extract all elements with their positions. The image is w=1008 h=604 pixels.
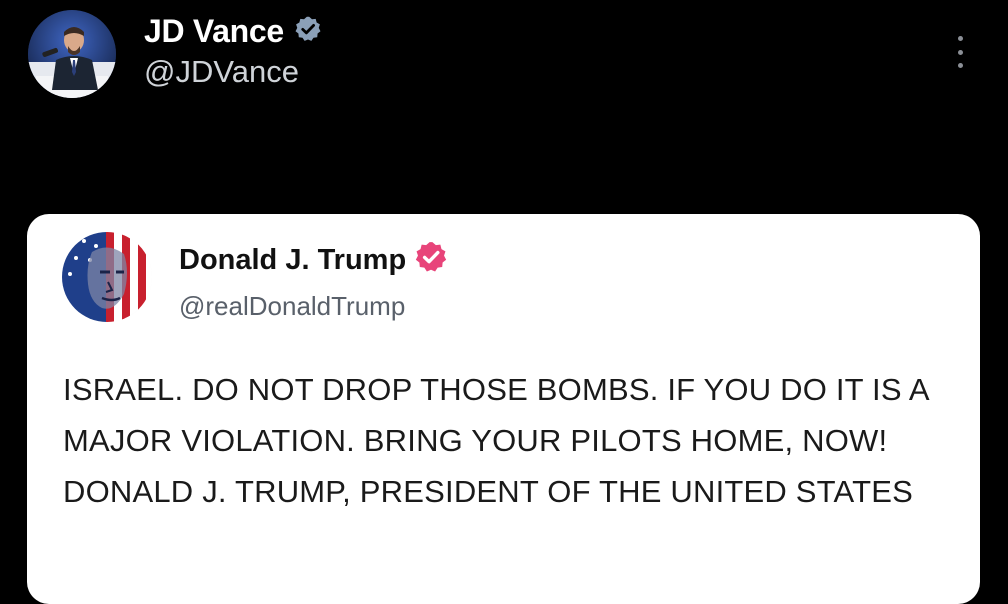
author-handle[interactable]: @JDVance: [144, 54, 299, 90]
author-name[interactable]: JD Vance: [144, 12, 284, 50]
quoted-post-text: ISRAEL. DO NOT DROP THOSE BOMBS. IF YOU …: [63, 372, 929, 509]
quoted-author-avatar[interactable]: [62, 232, 152, 322]
verified-badge-icon: [414, 240, 448, 279]
quoted-post-card[interactable]: Donald J. Trump @realDonaldTrump ISRAEL.…: [27, 214, 980, 604]
quoted-author-name[interactable]: Donald J. Trump: [179, 242, 406, 278]
author-avatar[interactable]: [28, 10, 116, 98]
more-vertical-icon[interactable]: [953, 32, 967, 72]
author-name-row: JD Vance: [144, 12, 322, 50]
quoted-author-handle[interactable]: @realDonaldTrump: [179, 290, 405, 322]
quoted-author-name-row: Donald J. Trump: [179, 240, 448, 279]
post-header: JD Vance @JDVance: [28, 8, 980, 104]
verified-badge-icon: [294, 15, 322, 48]
